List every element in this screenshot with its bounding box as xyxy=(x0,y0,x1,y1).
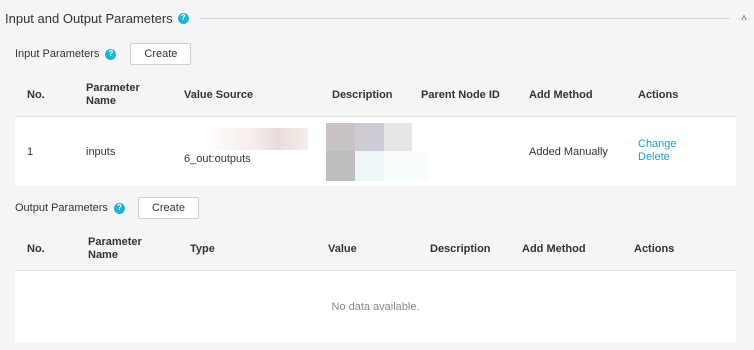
column-header-no: No. xyxy=(27,243,45,255)
column-header-value-source: Value Source xyxy=(184,89,254,101)
parameter-name: inputs xyxy=(86,146,116,158)
column-header-description: Description xyxy=(332,89,393,101)
column-header-parameter-name: Parameter Name xyxy=(86,82,140,107)
input-parameters-table: No. Parameter Name Value Source Descript… xyxy=(15,75,736,186)
obscured-description xyxy=(355,151,384,181)
obscured-description xyxy=(326,123,355,151)
add-method: Added Manually xyxy=(529,146,608,158)
question-icon[interactable]: ? xyxy=(177,12,189,24)
obscured-description xyxy=(355,123,384,151)
obscured-description xyxy=(384,123,412,151)
create-output-button[interactable]: Create xyxy=(137,197,199,219)
column-header-actions: Actions xyxy=(634,243,675,255)
value-source: 6_out:outputs xyxy=(184,153,251,165)
column-header-description: Description xyxy=(430,243,491,255)
input-parameters-title: Input Parameters xyxy=(15,48,100,60)
column-header-add-method: Add Method xyxy=(529,89,593,101)
obscured-value xyxy=(206,128,308,150)
divider xyxy=(198,17,730,19)
row-actions: Change Delete xyxy=(638,138,677,164)
change-link[interactable]: Change xyxy=(638,138,677,151)
section-header[interactable]: Input and Output Parameters ? ˄ xyxy=(5,7,750,29)
output-parameters-title: Output Parameters xyxy=(15,202,108,214)
obscured-description xyxy=(326,151,355,181)
column-header-type: Type xyxy=(190,243,215,255)
delete-link[interactable]: Delete xyxy=(638,151,677,164)
output-parameters-header: Output Parameters ? Create xyxy=(15,197,199,219)
create-input-button[interactable]: Create xyxy=(130,43,192,65)
question-icon[interactable]: ? xyxy=(113,202,125,214)
column-header-parent-node-id: Parent Node ID xyxy=(421,89,500,101)
table-header: No. Parameter Name Value Source Descript… xyxy=(15,75,736,117)
row-number: 1 xyxy=(27,146,34,158)
empty-state-text: No data available. xyxy=(331,301,420,313)
table-row: 1 inputs 6_out:outputs Added Manually Ch… xyxy=(15,117,736,186)
obscured-description xyxy=(384,151,429,181)
parameters-panel: Input and Output Parameters ? ˄ Input Pa… xyxy=(0,0,754,350)
table-header: No. Parameter Name Type Value Descriptio… xyxy=(15,229,736,271)
column-header-actions: Actions xyxy=(638,89,679,101)
column-header-parameter-name: Parameter Name xyxy=(88,236,142,261)
column-header-value: Value xyxy=(328,243,357,255)
chevron-up-icon[interactable]: ˄ xyxy=(738,13,750,24)
question-icon[interactable]: ? xyxy=(105,48,117,60)
section-title: Input and Output Parameters xyxy=(5,10,173,26)
output-parameters-table: No. Parameter Name Type Value Descriptio… xyxy=(15,229,736,342)
column-header-add-method: Add Method xyxy=(522,243,586,255)
column-header-no: No. xyxy=(27,89,45,101)
input-parameters-header: Input Parameters ? Create xyxy=(15,43,192,65)
